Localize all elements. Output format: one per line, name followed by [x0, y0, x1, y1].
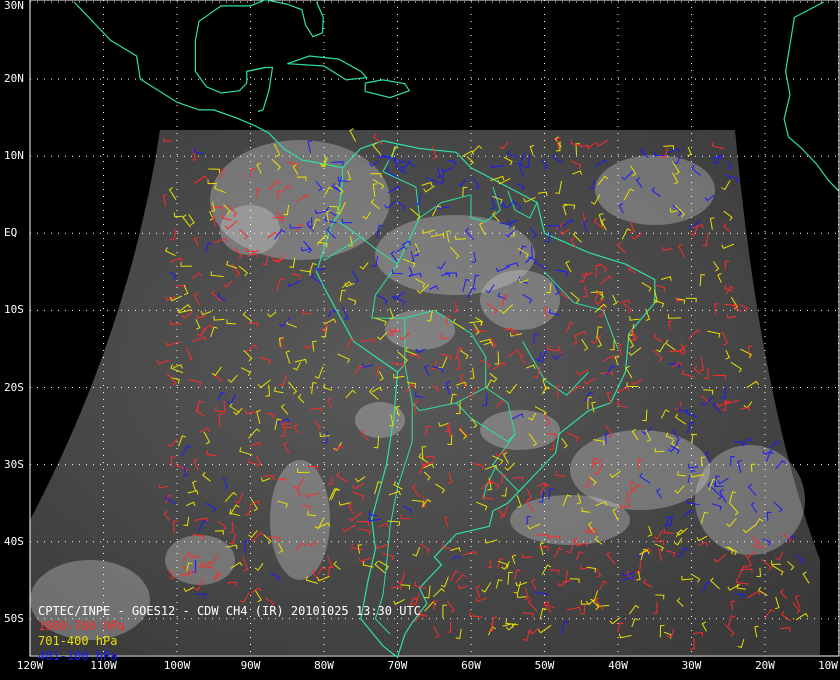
cloud-patch — [480, 270, 560, 330]
latitude-label: 30S — [4, 457, 24, 471]
satellite-map-view: 30N 20N 10N EQ 10S 20S 30S 40S 50S 120W 110W 100W 9… — [0, 0, 840, 680]
longitude-label: 40W — [608, 659, 628, 672]
legend-low-level: 1000-700 hPa — [38, 619, 125, 633]
caption-title: CPTEC/INPE - GOES12 - CDW CH4 (IR) 20101… — [38, 604, 421, 618]
cloud-patch — [165, 535, 235, 585]
latitude-label: EQ — [4, 226, 18, 240]
map-caption: CPTEC/INPE - GOES12 - CDW CH4 (IR) 20101… — [38, 604, 421, 664]
longitude-label: 60W — [461, 659, 481, 672]
africa-coastline — [783, 1, 839, 192]
longitude-label: 50W — [534, 659, 555, 672]
longitude-label: 10W — [818, 659, 838, 672]
cloud-patch — [270, 460, 330, 580]
latitude-label: 10N — [4, 149, 24, 163]
longitude-label: 30W — [681, 659, 702, 672]
map-canvas — [29, 0, 840, 659]
hispaniola-coastline — [364, 79, 411, 99]
legend-high-level: 401-100 hPa — [38, 649, 118, 663]
cloud-patch — [480, 410, 560, 450]
latitude-label: 30N — [4, 0, 24, 12]
latitude-label: 40S — [4, 534, 24, 548]
cloud-patch — [695, 445, 805, 555]
latitude-label: 10S — [4, 303, 24, 317]
cloud-patch — [595, 155, 715, 225]
legend-mid-level: 701-400 hPa — [38, 634, 118, 648]
gulf-coastline — [194, 0, 324, 94]
latitude-label: 50S — [4, 611, 24, 625]
latitude-label: 20S — [4, 380, 24, 394]
latitude-label: 20N — [4, 72, 24, 86]
yucatan-coastline — [246, 66, 274, 113]
longitude-label: 20W — [755, 659, 775, 672]
cloud-patch — [510, 495, 630, 545]
cuba-coastline — [287, 55, 368, 81]
